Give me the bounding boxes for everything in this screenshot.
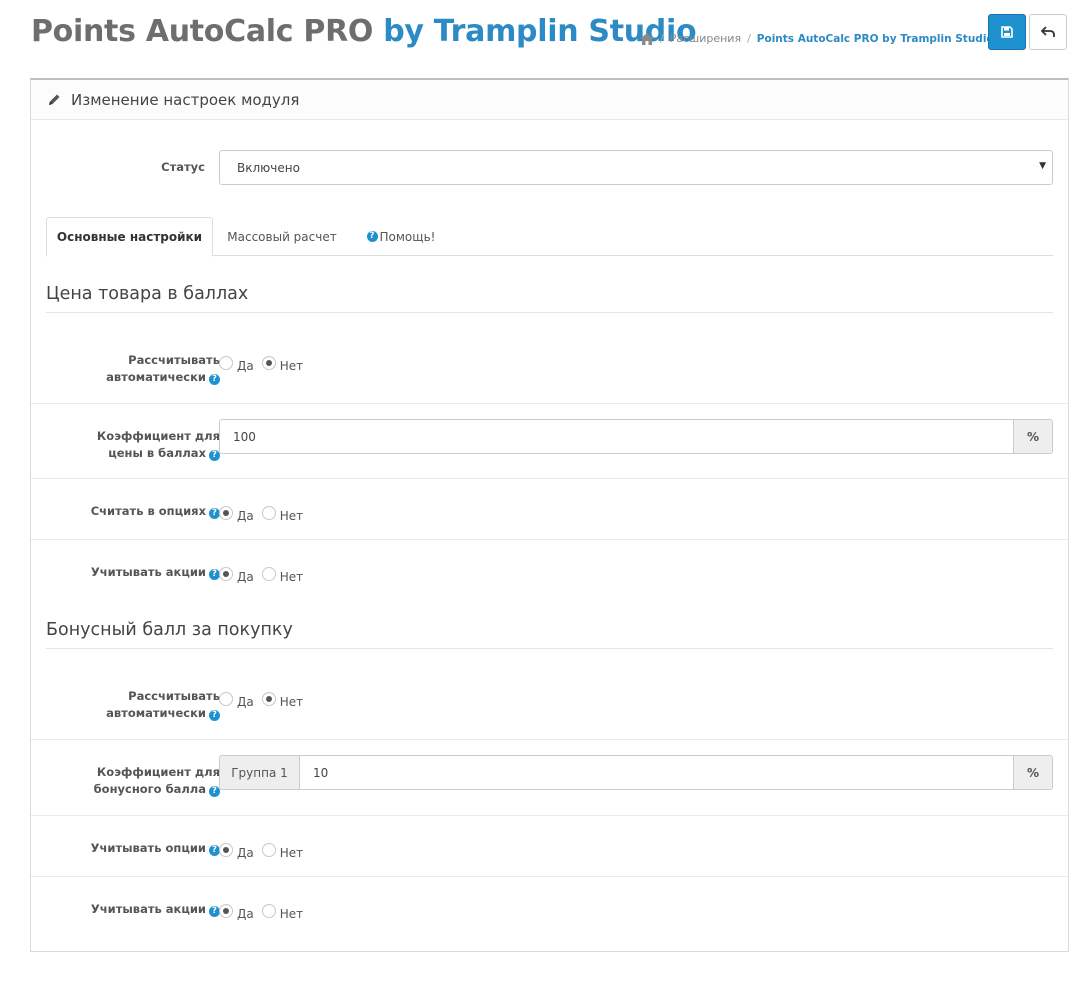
reply-arrow-icon xyxy=(1041,26,1055,37)
tab-help-label: Помощь! xyxy=(379,229,436,244)
breadcrumb-module[interactable]: Points AutoCalc PRO by Tramplin Studio xyxy=(757,33,994,45)
status-label: Статус xyxy=(161,160,205,174)
tabs: Основные настройки Массовый расчет ? Пом… xyxy=(46,216,1053,257)
floppy-disk-icon xyxy=(1001,26,1013,38)
s2-coef-label: Коэффициент для бонусного балла? xyxy=(93,765,220,797)
save-button[interactable] xyxy=(988,14,1026,50)
s2-promo-label: Учитывать акции? xyxy=(91,901,220,918)
s2-options-label: Учитывать опции? xyxy=(91,840,220,857)
question-icon: ? xyxy=(366,231,378,242)
s2-coef-suffix: % xyxy=(1014,755,1053,790)
s1-promo-yes[interactable]: Да xyxy=(219,567,254,584)
back-button[interactable] xyxy=(1029,14,1067,50)
s1-options-yes[interactable]: Да xyxy=(219,506,254,523)
question-icon: ? xyxy=(209,374,220,385)
s1-auto-radios: Да Нет xyxy=(219,356,311,373)
s1-promo-no[interactable]: Нет xyxy=(261,567,303,584)
s1-coef-input-group: 100 % xyxy=(219,419,1053,454)
breadcrumb: / Расширения / Points AutoCalc PRO by Tr… xyxy=(640,32,994,45)
panel-heading: Изменение настроек модуля xyxy=(31,80,1068,120)
s1-coef-suffix: % xyxy=(1014,419,1053,454)
settings-panel: Изменение настроек модуля Статус Включен… xyxy=(30,78,1069,952)
tab-main-settings[interactable]: Основные настройки xyxy=(46,217,213,257)
s2-coef-input[interactable]: 10 xyxy=(299,755,1014,790)
s2-options-yes[interactable]: Да xyxy=(219,843,254,860)
s2-auto-label: Рассчитывать автоматически? xyxy=(106,689,220,721)
s2-promo-radios: Да Нет xyxy=(219,904,311,921)
section-title-price: Цена товара в баллах xyxy=(46,284,1053,313)
s2-options-radios: Да Нет xyxy=(219,843,311,860)
page-title-main: Points AutoCalc PRO xyxy=(31,14,384,49)
panel-title: Изменение настроек модуля xyxy=(71,90,300,109)
status-value: Включено xyxy=(237,160,300,175)
s1-auto-label: Рассчитывать автоматически? xyxy=(106,353,220,385)
section-title-bonus: Бонусный балл за покупку xyxy=(46,620,1053,649)
home-icon[interactable] xyxy=(640,32,654,45)
breadcrumb-extensions[interactable]: Расширения xyxy=(670,32,741,45)
chevron-down-icon: ▼ xyxy=(1039,161,1046,171)
s1-auto-no[interactable]: Нет xyxy=(261,356,303,373)
s1-promo-radios: Да Нет xyxy=(219,567,311,584)
tab-help[interactable]: ? Помощь! xyxy=(356,217,446,256)
s2-group-addon: Группа 1 xyxy=(219,755,299,790)
page-title: Points AutoCalc PRO by Tramplin Studio xyxy=(31,14,697,49)
s1-coef-label: Коэффициент для цены в баллах? xyxy=(96,429,220,461)
s2-coef-input-group: Группа 1 10 % xyxy=(219,755,1053,790)
s2-options-no[interactable]: Нет xyxy=(261,843,303,860)
s1-options-radios: Да Нет xyxy=(219,506,311,523)
pencil-icon xyxy=(49,94,60,105)
s2-auto-radios: Да Нет xyxy=(219,692,311,709)
s2-auto-yes[interactable]: Да xyxy=(219,692,254,709)
tab-mass-calc[interactable]: Массовый расчет xyxy=(218,217,346,256)
s1-options-label: Считать в опциях? xyxy=(91,503,220,520)
s2-promo-yes[interactable]: Да xyxy=(219,904,254,921)
s1-auto-yes[interactable]: Да xyxy=(219,356,254,373)
s2-promo-no[interactable]: Нет xyxy=(261,904,303,921)
page-header: Points AutoCalc PRO by Tramplin Studio /… xyxy=(31,12,1071,56)
s1-options-no[interactable]: Нет xyxy=(261,506,303,523)
question-icon: ? xyxy=(209,710,220,721)
status-select[interactable]: Включено ▼ xyxy=(219,150,1053,185)
s2-auto-no[interactable]: Нет xyxy=(261,692,303,709)
s1-coef-input[interactable]: 100 xyxy=(219,419,1014,454)
status-row: Статус Включено ▼ xyxy=(46,150,1053,185)
s1-promo-label: Учитывать акции? xyxy=(91,564,220,581)
